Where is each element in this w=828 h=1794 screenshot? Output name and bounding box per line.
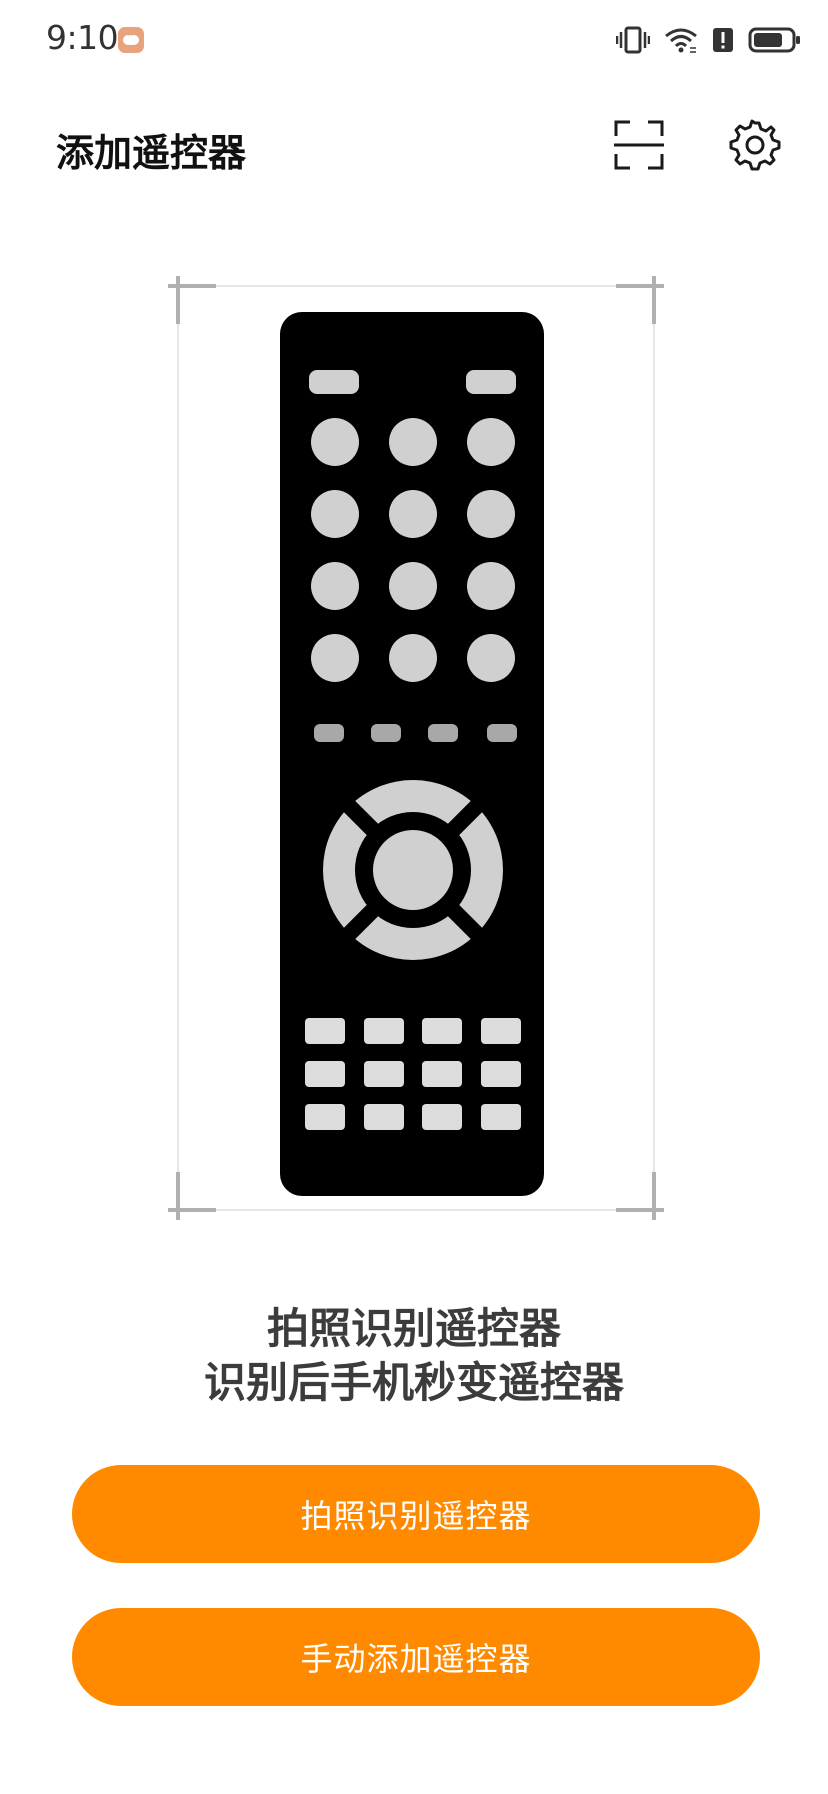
app-bar: 添加遥控器 bbox=[0, 100, 828, 190]
status-bar: 9:10 bbox=[0, 0, 828, 80]
scan-icon bbox=[614, 120, 664, 170]
battery-icon bbox=[748, 27, 800, 53]
remote-control-icon bbox=[280, 312, 544, 1196]
settings-button[interactable] bbox=[728, 118, 782, 172]
status-time: 9:10 bbox=[46, 18, 119, 57]
camera-frame bbox=[168, 276, 664, 1220]
photo-recognize-button[interactable]: 拍照识别遥控器 bbox=[72, 1465, 760, 1563]
vibrate-icon bbox=[616, 26, 650, 54]
alert-icon bbox=[713, 28, 733, 52]
manual-add-button[interactable]: 手动添加遥控器 bbox=[72, 1608, 760, 1706]
gear-icon bbox=[729, 119, 781, 171]
wifi-icon bbox=[665, 28, 697, 53]
page-title: 添加遥控器 bbox=[56, 131, 247, 175]
caption-block: 拍照识别遥控器 识别后手机秒变遥控器 bbox=[0, 1302, 828, 1410]
scan-button[interactable] bbox=[612, 118, 666, 172]
status-icons bbox=[616, 22, 802, 58]
message-icon bbox=[118, 27, 144, 53]
caption-line-1: 拍照识别遥控器 bbox=[266, 1304, 561, 1353]
caption-line-2: 识别后手机秒变遥控器 bbox=[203, 1358, 624, 1407]
